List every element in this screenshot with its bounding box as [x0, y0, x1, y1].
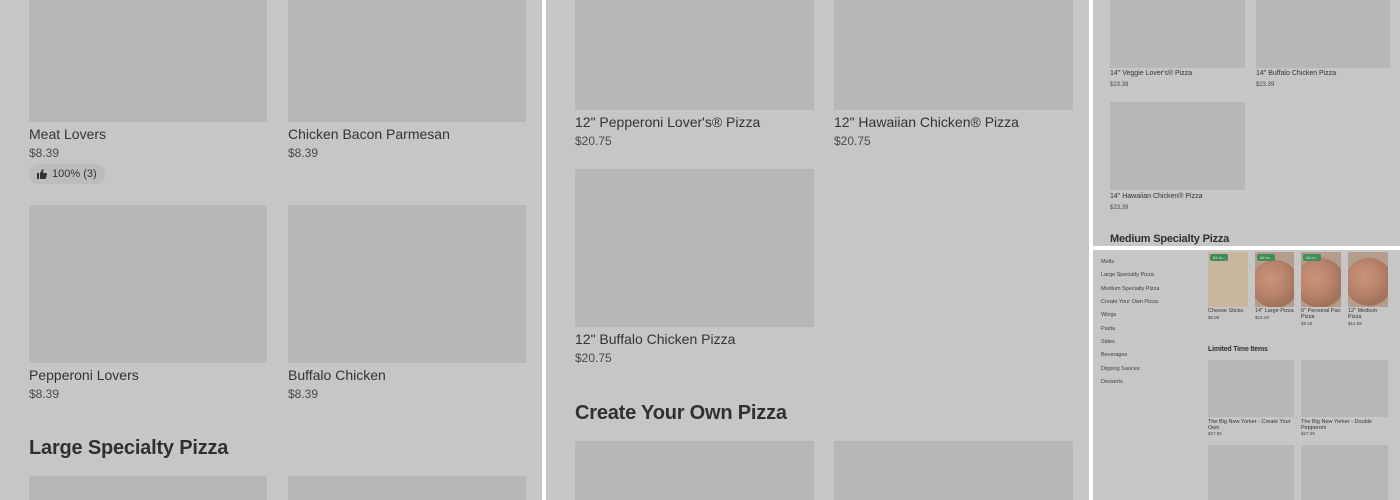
menu-item-name[interactable]: Chicken Bacon Parmesan	[288, 126, 450, 142]
menu-item-price: $20.75	[834, 134, 871, 148]
popular-badge: #1 m...	[1210, 254, 1229, 261]
menu-item-name[interactable]: Meat Lovers	[29, 126, 106, 142]
menu-item-price: $8.39	[29, 387, 60, 401]
menu-item-price: $8.39	[288, 146, 319, 160]
menu-item-name[interactable]: 14" Large Pizza	[1255, 308, 1294, 314]
menu-item-image[interactable]	[834, 441, 1073, 500]
menu-item-image[interactable]	[1301, 445, 1388, 500]
nav-item-wings[interactable]: Wings	[1101, 312, 1116, 318]
menu-item-name[interactable]: 14" Buffalo Chicken Pizza	[1256, 70, 1336, 77]
menu-item-image[interactable]	[575, 169, 814, 327]
menu-item-name[interactable]: The Big New Yorker - Create Your Own	[1208, 419, 1294, 431]
menu-item-name[interactable]: 12" Medium Pizza	[1348, 308, 1388, 320]
menu-item-image[interactable]	[29, 205, 267, 363]
menu-item-name[interactable]: Cheese Sticks	[1208, 308, 1243, 314]
menu-item-image[interactable]	[575, 0, 814, 110]
menu-item-image[interactable]: #3 m...	[1301, 252, 1341, 307]
menu-item-image[interactable]	[29, 476, 267, 500]
section-heading: Medium Specialty Pizza	[1110, 233, 1230, 245]
menu-item-price: $23.39	[1110, 205, 1129, 211]
nav-item-dipping-sauces[interactable]: Dipping Sauces	[1101, 366, 1140, 372]
nav-item-melts[interactable]: Melts	[1101, 259, 1114, 265]
popular-badge: #2 m...	[1257, 254, 1276, 261]
menu-item-price: $27.99	[1301, 431, 1315, 436]
nav-item-pasta[interactable]: Pasta	[1101, 326, 1115, 332]
section-heading: Limited Time Items	[1208, 346, 1268, 353]
menu-item-image[interactable]	[1208, 360, 1294, 417]
nav-item-medium-specialty-pizza[interactable]: Medium Specialty Pizza	[1101, 286, 1159, 292]
menu-item-price: $23.39	[1110, 82, 1129, 88]
menu-item-name[interactable]: Buffalo Chicken	[288, 367, 386, 383]
pizza-image	[1255, 260, 1294, 307]
rating-text: 100% (3)	[52, 168, 97, 180]
menu-item-image[interactable]	[288, 205, 526, 363]
menu-item-image[interactable]	[834, 0, 1073, 110]
nav-item-large-specialty-pizza[interactable]: Large Specialty Pizza	[1101, 272, 1154, 278]
menu-item-image[interactable]	[288, 476, 526, 500]
menu-item-image[interactable]	[29, 0, 267, 122]
menu-item-price: $20.75	[575, 351, 612, 365]
nav-item-sides[interactable]: Sides	[1101, 339, 1115, 345]
menu-item-price: $27.99	[1208, 431, 1222, 436]
menu-item-image[interactable]	[1110, 102, 1245, 190]
menu-item-name[interactable]: The Big New Yorker - Double Pepperoni	[1301, 419, 1388, 431]
menu-item-image[interactable]: #1 m...	[1208, 252, 1248, 307]
menu-item-image[interactable]	[1110, 0, 1245, 68]
section-heading: Create Your Own Pizza	[575, 402, 787, 424]
menu-item-name[interactable]: Pepperoni Lovers	[29, 367, 139, 383]
popular-badge: #3 m...	[1303, 254, 1322, 261]
menu-item-image[interactable]	[1256, 0, 1390, 68]
menu-item-image[interactable]	[1208, 445, 1294, 500]
menu-item-price: $18.19	[1255, 315, 1269, 320]
section-heading: Large Specialty Pizza	[29, 437, 229, 459]
nav-item-create-your-own-pizza[interactable]: Create Your Own Pizza	[1101, 299, 1158, 305]
menu-item-name[interactable]: 14" Hawaiian Chicken® Pizza	[1110, 193, 1202, 200]
menu-item-name[interactable]: 14" Veggie Lover's® Pizza	[1110, 70, 1192, 77]
menu-item-price: $23.39	[1256, 82, 1275, 88]
menu-item-price: $8.39	[288, 387, 319, 401]
menu-item-price: $14.59	[1348, 321, 1362, 326]
rating-badge: 100% (3)	[29, 164, 105, 184]
nav-item-desserts[interactable]: Desserts	[1101, 379, 1123, 385]
menu-panel-1: Meat Lovers $8.39 100% (3) Chicken Bacon…	[0, 0, 542, 500]
menu-item-image[interactable]	[1348, 252, 1388, 307]
menu-item-price: $20.75	[575, 134, 612, 148]
pizza-image	[1301, 258, 1341, 307]
menu-item-image[interactable]	[1301, 360, 1388, 417]
pizza-image	[1348, 258, 1388, 306]
menu-panel-4: Melts Large Specialty Pizza Medium Speci…	[1093, 250, 1400, 500]
menu-item-price: $8.39	[29, 146, 60, 160]
menu-panel-2: 12" Pepperoni Lover's® Pizza $20.75 12" …	[546, 0, 1089, 500]
menu-item-name[interactable]: 12" Buffalo Chicken Pizza	[575, 331, 735, 347]
menu-item-name[interactable]: 12" Hawaiian Chicken® Pizza	[834, 114, 1019, 130]
menu-item-price: $9.19	[1301, 321, 1313, 326]
menu-item-image[interactable]	[575, 441, 814, 500]
menu-item-image[interactable]: #2 m...	[1255, 252, 1294, 307]
menu-item-name[interactable]: 12" Pepperoni Lover's® Pizza	[575, 114, 760, 130]
menu-item-price: $8.99	[1208, 315, 1220, 320]
menu-item-image[interactable]	[288, 0, 526, 122]
nav-item-beverages[interactable]: Beverages	[1101, 352, 1127, 358]
menu-panel-3: 14" Veggie Lover's® Pizza $23.39 14" Buf…	[1093, 0, 1400, 246]
menu-item-name[interactable]: 6" Personal Pan Pizza	[1301, 308, 1341, 320]
thumbs-up-icon	[37, 169, 47, 179]
